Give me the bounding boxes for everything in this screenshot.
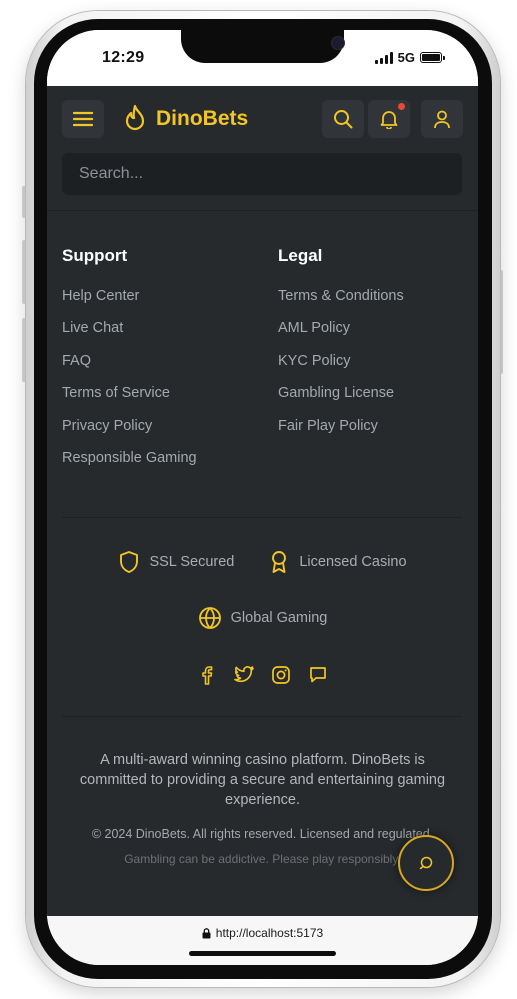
status-bar: 12:29 5G [47, 30, 478, 86]
link-live-chat[interactable]: Live Chat [62, 319, 197, 351]
account-button[interactable] [421, 100, 463, 138]
brand-logo[interactable]: DinoBets [122, 104, 248, 134]
status-time: 12:29 [102, 49, 145, 66]
dynamic-island [181, 30, 345, 63]
social-divider [62, 716, 462, 717]
about-text: A multi-award winning casino platform. D… [79, 752, 446, 808]
signal-icon [374, 51, 393, 64]
global-label: Global Gaming [230, 610, 328, 626]
ssl-label: SSL Secured [149, 554, 235, 570]
battery-icon [420, 52, 445, 63]
search-placeholder: Search... [79, 165, 144, 182]
flame-icon [125, 104, 145, 131]
link-fair-play-policy[interactable]: Fair Play Policy [278, 417, 404, 449]
facebook-link[interactable] [196, 663, 219, 686]
link-terms-of-service[interactable]: Terms of Service [62, 384, 197, 416]
search-input[interactable]: Search... [62, 153, 462, 195]
app-header: DinoBets Search... [47, 86, 478, 210]
url-text: http://localhost:5173 [215, 926, 324, 940]
legal-column: Legal Terms & Conditions AML Policy KYC … [278, 246, 404, 449]
bell-icon [380, 111, 398, 129]
instagram-link[interactable] [270, 663, 293, 686]
search-icon [334, 110, 353, 129]
shield-icon [120, 551, 139, 573]
lock-icon [202, 927, 211, 938]
notification-badge [398, 103, 405, 110]
licensed-label: Licensed Casino [299, 554, 407, 570]
instagram-icon [272, 665, 290, 684]
support-title: Support [62, 246, 128, 265]
status-indicators: 5G [374, 50, 445, 65]
front-camera [331, 36, 345, 50]
user-icon [434, 110, 450, 129]
links-divider [62, 517, 462, 518]
global-badge: Global Gaming [198, 606, 328, 630]
hamburger-icon [73, 111, 93, 127]
link-faq[interactable]: FAQ [62, 352, 197, 384]
social-links [47, 663, 478, 686]
link-aml-policy[interactable]: AML Policy [278, 319, 404, 351]
header-divider [47, 210, 478, 211]
link-help-center[interactable]: Help Center [62, 287, 197, 319]
browser-address-bar[interactable]: http://localhost:5173 [47, 916, 478, 965]
legal-title: Legal [278, 246, 323, 265]
link-privacy-policy[interactable]: Privacy Policy [62, 417, 197, 449]
chat-icon [310, 666, 326, 682]
link-kyc-policy[interactable]: KYC Policy [278, 352, 404, 384]
link-responsible-gaming[interactable]: Responsible Gaming [62, 449, 197, 481]
live-chat-button[interactable] [398, 835, 454, 891]
menu-button[interactable] [62, 100, 104, 138]
phone-screen: 12:29 5G DinoBets Search... Support Help… [47, 30, 478, 965]
support-column: Support Help Center Live Chat FAQ Terms … [62, 246, 197, 481]
network-type: 5G [397, 50, 415, 65]
search-button[interactable] [322, 100, 364, 138]
notifications-button[interactable] [368, 100, 410, 138]
link-gambling-license[interactable]: Gambling License [278, 384, 404, 416]
licensed-badge: Licensed Casino [268, 550, 407, 574]
brand-name: DinoBets [156, 107, 249, 130]
home-indicator[interactable] [189, 951, 336, 956]
globe-icon [198, 607, 221, 629]
twitter-link[interactable] [233, 663, 256, 686]
trust-badges-row: SSL Secured Licensed Casino [47, 550, 478, 574]
chat-link[interactable] [307, 663, 330, 686]
chat-bubble-icon [419, 856, 433, 870]
award-icon [272, 551, 287, 573]
link-terms-conditions[interactable]: Terms & Conditions [278, 287, 404, 319]
facebook-icon [202, 665, 213, 685]
twitter-icon [234, 665, 254, 682]
url-display[interactable]: http://localhost:5173 [47, 926, 478, 940]
casino-app: DinoBets Search... Support Help Center L… [47, 86, 478, 916]
global-badge-row: Global Gaming [47, 606, 478, 630]
ssl-badge: SSL Secured [118, 550, 234, 574]
